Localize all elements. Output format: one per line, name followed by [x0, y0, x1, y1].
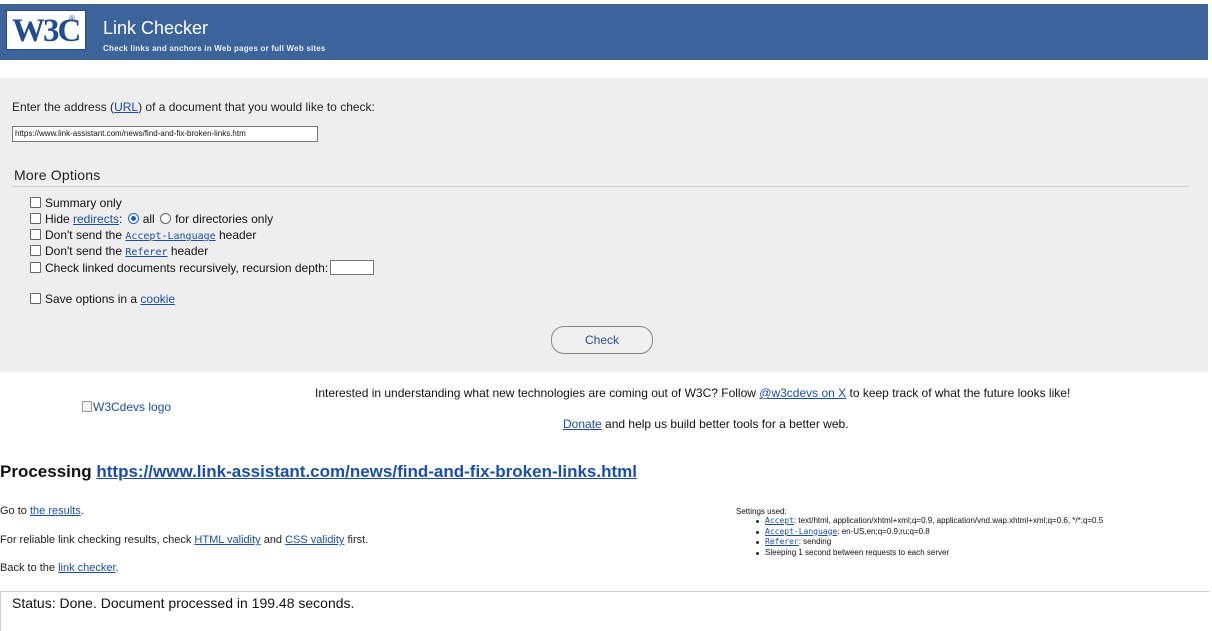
back-line-prefix: Back to the: [0, 562, 59, 574]
no-accept-language-label: Don't send the: [45, 228, 126, 242]
back-line-suffix: .: [115, 562, 119, 574]
w3cdevs-logo[interactable]: W3Cdevs logo: [82, 400, 171, 414]
w3cdevs-x-link[interactable]: @w3cdevs on X: [759, 386, 846, 400]
no-referer-checkbox[interactable]: [30, 245, 41, 256]
settings-used: Settings used: Accept: text/html, applic…: [736, 507, 1103, 558]
address-label-prefix: Enter the address (: [12, 100, 115, 114]
option-no-referer: Don't send the Referer header: [30, 244, 208, 259]
referer-header-link[interactable]: Referer: [765, 537, 799, 546]
uri-input[interactable]: https://www.link-assistant.com/news/find…: [12, 126, 318, 142]
no-referer-suffix: header: [167, 244, 209, 258]
promo-text-suffix: to keep track of what the future looks l…: [846, 386, 1071, 400]
hide-redirects-colon: :: [119, 212, 123, 226]
hide-redirects-checkbox[interactable]: [30, 213, 41, 224]
promo-text: Interested in understanding what new tec…: [315, 386, 1070, 400]
settings-list: Accept: text/html, application/xhtml+xml…: [736, 516, 1103, 558]
accept-header-value: : text/html, application/xhtml+xml;q=0.9…: [793, 516, 1104, 525]
referer-header-value: : sending: [798, 537, 832, 546]
processed-url-link[interactable]: https://www.link-assistant.com/news/find…: [96, 462, 637, 481]
link-checker-link[interactable]: link checker: [58, 562, 115, 574]
redirects-dirs-label: for directories only: [175, 212, 274, 226]
options-divider: [12, 186, 1189, 187]
processing-heading: Processing https://www.link-assistant.co…: [0, 462, 637, 482]
back-line: Back to the link checker.: [0, 562, 119, 574]
redirects-dirs-radio[interactable]: [160, 213, 172, 224]
option-recursive: Check linked documents recursively, recu…: [30, 260, 375, 275]
settings-item: Sleeping 1 second between requests to ea…: [736, 548, 1103, 559]
recursive-checkbox[interactable]: [30, 262, 41, 273]
app-subtitle: Check links and anchors in Web pages or …: [103, 44, 326, 53]
recursive-label: Check linked documents recursively, recu…: [45, 261, 329, 275]
donate-text: Donate and help us build better tools fo…: [563, 417, 849, 431]
summary-only-checkbox[interactable]: [30, 197, 41, 208]
accept-language-header-value: : en-US,en;q=0.9,ru;q=0.8: [837, 526, 930, 536]
cookie-link[interactable]: cookie: [140, 292, 175, 306]
no-referer-label: Don't send the: [45, 244, 126, 258]
css-validity-link[interactable]: CSS validity: [285, 534, 344, 546]
save-options-checkbox[interactable]: [30, 293, 41, 304]
redirects-link[interactable]: redirects: [73, 212, 119, 226]
hide-redirects-label: Hide: [45, 212, 74, 226]
recursion-depth-input[interactable]: [330, 260, 375, 275]
validity-line-and: and: [260, 534, 286, 546]
app-title: Link Checker: [103, 18, 209, 38]
address-label-suffix: ) of a document that you would like to c…: [138, 100, 375, 114]
url-link[interactable]: URL: [114, 100, 138, 114]
validity-line-prefix: For reliable link checking results, chec…: [0, 534, 195, 546]
goto-results-prefix: Go to: [0, 505, 30, 517]
settings-item: Referer: sending: [736, 537, 1103, 548]
goto-results-suffix: .: [80, 505, 84, 517]
sleeping-setting: Sleeping 1 second between requests to ea…: [765, 547, 950, 557]
html-validity-link[interactable]: HTML validity: [194, 534, 260, 546]
check-form: Enter the address (URL) of a document th…: [0, 78, 1208, 372]
donate-text-suffix: and help us build better tools for a bet…: [601, 417, 849, 431]
option-save-cookie: Save options in a cookie: [30, 292, 175, 307]
w3c-logo[interactable]: W3C ®: [6, 10, 86, 50]
more-options-title: More Options: [14, 167, 101, 183]
no-accept-language-suffix: header: [215, 228, 257, 242]
settings-item: Accept: text/html, application/xhtml+xml…: [736, 516, 1103, 527]
no-accept-language-checkbox[interactable]: [30, 229, 41, 240]
check-button[interactable]: Check: [551, 326, 653, 354]
save-options-label: Save options in a: [45, 292, 141, 306]
referer-link[interactable]: Referer: [125, 247, 167, 258]
settings-item: Accept-Language: en-US,en;q=0.9,ru;q=0.8: [736, 527, 1103, 538]
banner-header: W3C ® Link Checker Check links and ancho…: [0, 4, 1208, 60]
donate-link[interactable]: Donate: [563, 417, 602, 431]
validity-line-suffix: first.: [344, 534, 369, 546]
w3cdevs-logo-alt: W3Cdevs logo: [93, 400, 172, 414]
redirects-all-label: all: [142, 212, 155, 226]
settings-title: Settings used:: [736, 507, 787, 516]
redirects-all-radio[interactable]: [127, 213, 139, 224]
option-summary-only: Summary only: [30, 196, 122, 211]
results-link[interactable]: the results: [30, 505, 81, 517]
option-hide-redirects: Hide redirects: all for directories only: [30, 212, 273, 227]
validity-line: For reliable link checking results, chec…: [0, 534, 368, 546]
broken-image-icon: [82, 401, 92, 412]
accept-language-link[interactable]: Accept-Language: [125, 231, 215, 242]
address-label: Enter the address (URL) of a document th…: [12, 100, 375, 114]
accept-header-link[interactable]: Accept: [765, 516, 794, 525]
goto-results-line: Go to the results.: [0, 505, 84, 517]
summary-only-label: Summary only: [45, 196, 122, 210]
status-text: Status: Done. Document processed in 199.…: [12, 595, 355, 611]
processing-heading-prefix: Processing: [0, 462, 97, 481]
w3c-logo-registered: ®: [69, 14, 75, 23]
promo-text-prefix: Interested in understanding what new tec…: [315, 386, 760, 400]
status-box: Status: Done. Document processed in 199.…: [0, 591, 1209, 631]
accept-language-header-link[interactable]: Accept-Language: [765, 527, 837, 536]
option-no-accept-language: Don't send the Accept-Language header: [30, 228, 256, 243]
